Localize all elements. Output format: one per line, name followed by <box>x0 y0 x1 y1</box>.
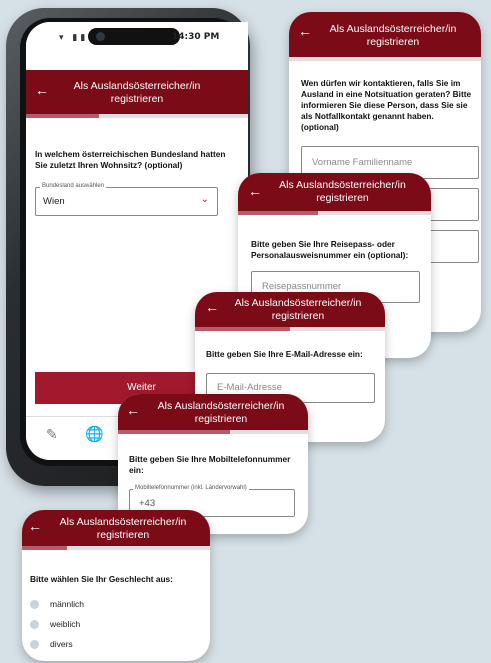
question-text: Bitte geben Sie Ihre Reisepass- oder Per… <box>251 239 409 260</box>
question-text: Wen dürfen wir kontaktieren, falls Sie i… <box>301 78 472 132</box>
progress-bar <box>26 114 248 118</box>
input-placeholder: E-Mail-Adresse <box>217 382 282 393</box>
app-header: ← Als Auslandsösterreicher/in registrier… <box>26 70 248 118</box>
camera-icon <box>96 32 105 41</box>
header-title: Als Auslandsösterreicher/in registrieren <box>73 80 201 105</box>
header-title: Als Auslandsösterreicher/in registrieren <box>279 179 406 204</box>
select-value: Wien <box>43 196 65 207</box>
input-placeholder: Vorname Familienname <box>312 157 413 168</box>
progress-fill <box>118 430 230 434</box>
card-header: ← Als Auslandsösterreicher/in registrier… <box>238 173 431 211</box>
status-bar: ▾ ▮▮ 14:30 PM <box>26 22 248 52</box>
progress-fill <box>26 114 100 118</box>
progress-fill <box>238 211 318 215</box>
card-header: ← Als Auslandsösterreicher/in registrier… <box>195 292 385 327</box>
input-label: Mobiltelefonnummer (inkl. Ländervorwahl) <box>133 485 249 491</box>
card-gender: ← Als Auslandsösterreicher/in registrier… <box>22 510 210 661</box>
radio-label: männlich <box>50 599 85 609</box>
question-text: Bitte wählen Sie Ihr Geschlecht aus: <box>30 574 173 584</box>
input-placeholder: Reisepassnummer <box>262 281 342 292</box>
question-text: Bitte geben Sie Ihre Mobiltelefonnummer … <box>129 454 291 475</box>
header-title: Als Auslandsösterreicher/in registrieren <box>59 516 187 541</box>
globe-icon[interactable]: 🌐 <box>85 425 104 443</box>
question-text: In welchem österreichischen Bundesland h… <box>35 149 226 170</box>
header-title: Als Auslandsösterreicher/in registrieren <box>157 400 285 425</box>
card-header: ← Als Auslandsösterreicher/in registrier… <box>22 510 210 546</box>
card-header: ← Als Auslandsösterreicher/in registrier… <box>289 12 481 57</box>
radio-button[interactable] <box>30 640 39 649</box>
camera-notch <box>88 28 180 45</box>
progress-bar <box>289 57 481 61</box>
question-text: Bitte geben Sie Ihre E-Mail-Adresse ein: <box>206 349 363 359</box>
header-title: Als Auslandsösterreicher/in registrieren <box>329 23 457 48</box>
radio-label: divers <box>50 639 73 649</box>
chevron-down-icon: ⌄ <box>200 194 209 205</box>
wifi-battery-icon: ▾ ▮▮ <box>59 33 89 43</box>
radio-button[interactable] <box>30 620 39 629</box>
header-title: Als Auslandsösterreicher/in registrieren <box>234 297 362 322</box>
progress-fill <box>22 546 67 550</box>
bundesland-select[interactable]: Wien ⌄ <box>35 187 218 216</box>
progress-bar <box>195 327 385 331</box>
progress-bar <box>238 211 431 215</box>
card-header: ← Als Auslandsösterreicher/in registrier… <box>118 394 308 430</box>
input-value: +43 <box>139 498 156 509</box>
radio-label: weiblich <box>50 619 81 629</box>
progress-bar <box>118 430 308 434</box>
document-edit-icon[interactable]: ✎ <box>46 427 58 443</box>
radio-button[interactable] <box>30 600 39 609</box>
progress-bar <box>22 546 210 550</box>
progress-fill <box>195 327 290 331</box>
status-time: 14:30 PM <box>172 32 220 42</box>
select-label: Bundesland auswählen <box>40 183 107 189</box>
